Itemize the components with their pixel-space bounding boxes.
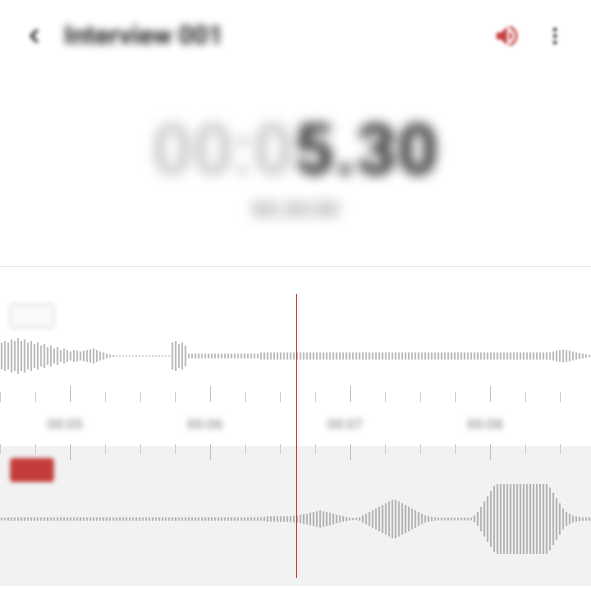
bookmark-chip-lower[interactable] xyxy=(10,458,54,482)
time-label: 00:05 xyxy=(47,417,83,433)
time-display: 00:05.30 00:30:00 xyxy=(0,110,591,223)
elapsed-time: 00:05.30 xyxy=(0,110,591,192)
bookmark-chip-upper[interactable] xyxy=(10,304,54,328)
total-time: 00:30:00 xyxy=(0,198,591,223)
speaker-toggle-button[interactable] xyxy=(487,16,527,56)
back-button[interactable] xyxy=(16,18,52,54)
time-label: 00:07 xyxy=(327,417,363,433)
more-vertical-icon xyxy=(544,25,566,47)
elapsed-time-bold: 5.30 xyxy=(294,110,439,192)
playhead-lower[interactable] xyxy=(296,446,298,578)
page-title: Interview 001 xyxy=(64,21,223,51)
chevron-left-icon xyxy=(23,25,45,47)
time-label: 00:08 xyxy=(467,417,503,433)
elapsed-time-dim: 00:0 xyxy=(152,110,294,192)
waveform-area: 00:05 00:06 00:07 00:08 xyxy=(0,266,591,602)
time-label: 00:06 xyxy=(187,417,223,433)
playhead-upper[interactable] xyxy=(296,294,298,446)
volume-icon xyxy=(493,22,521,50)
header-bar: Interview 001 xyxy=(0,0,591,72)
more-options-button[interactable] xyxy=(535,16,575,56)
